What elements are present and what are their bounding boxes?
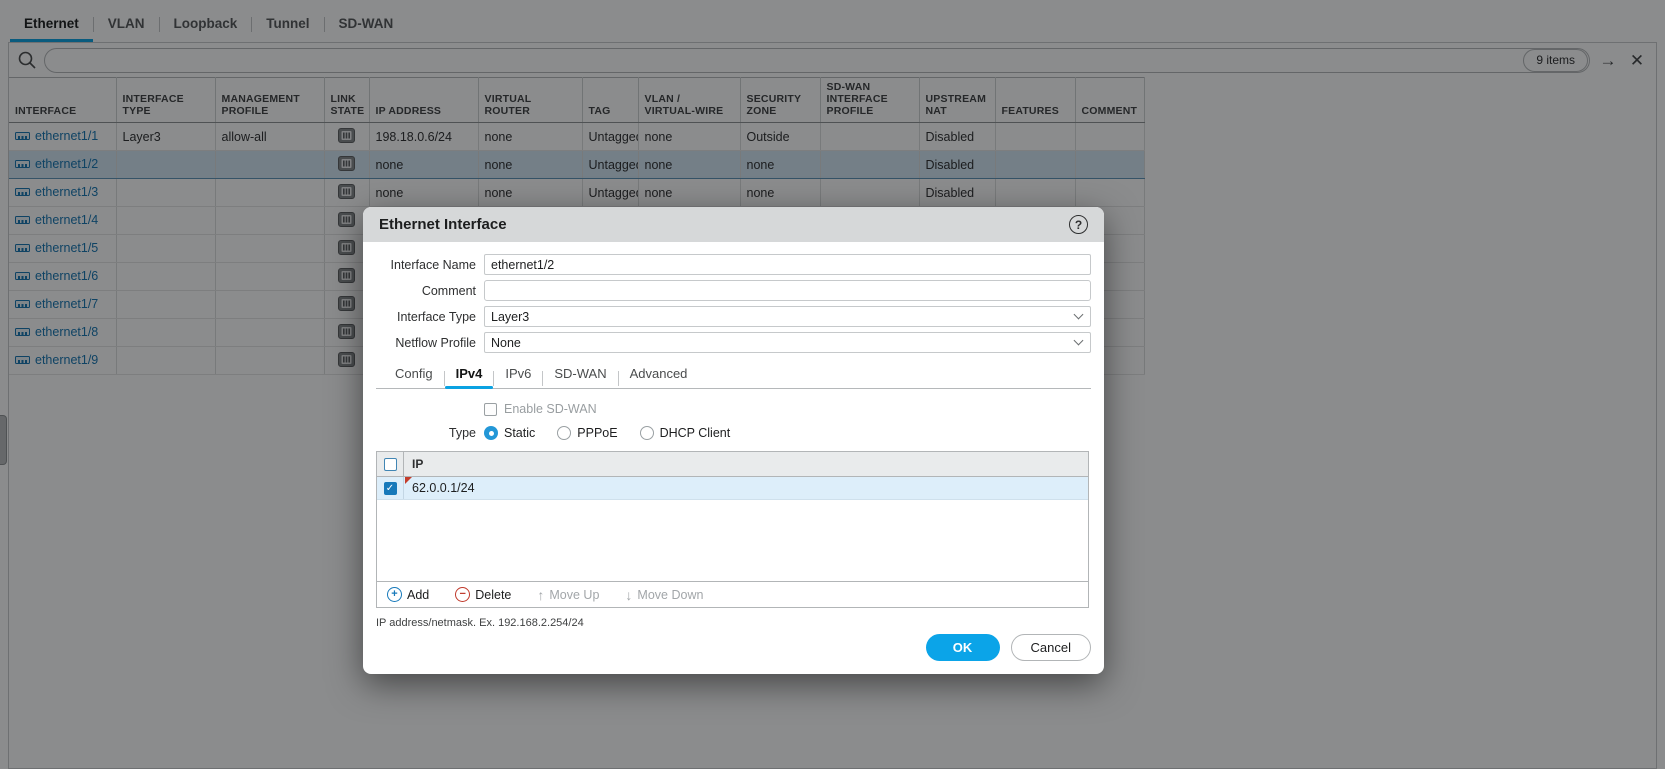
arrow-down-icon: ↓ — [625, 586, 633, 603]
dialog-footer: OK Cancel — [925, 634, 1091, 661]
ip-value: 62.0.0.1/24 — [412, 481, 475, 495]
dialog-tabbar: Config IPv4 IPv6 SD-WAN Advanced — [384, 362, 1091, 389]
ethernet-interface-dialog: Ethernet Interface ? Interface Name Comm… — [363, 207, 1104, 674]
move-up-button[interactable]: ↑ Move Up — [537, 587, 599, 603]
arrow-up-icon: ↑ — [537, 586, 545, 603]
interface-name-label: Interface Name — [390, 257, 476, 272]
chevron-down-icon — [1073, 335, 1084, 346]
interface-type-select[interactable]: Layer3 — [484, 306, 1091, 327]
dialog-tab-ipv6[interactable]: IPv6 — [494, 362, 542, 388]
enable-sdwan-checkbox[interactable] — [484, 402, 497, 416]
netflow-profile-label: Netflow Profile — [395, 335, 476, 350]
radio-pppoe[interactable]: PPPoE — [557, 426, 618, 440]
comment-field[interactable] — [484, 280, 1091, 301]
interface-name-field[interactable] — [484, 254, 1091, 275]
radio-circle-icon — [484, 426, 498, 440]
error-marker-icon — [405, 477, 412, 484]
row-checkbox[interactable]: ✓ — [383, 481, 397, 495]
radio-static[interactable]: Static — [484, 426, 535, 440]
dialog-body: Interface Name Comment Interface Type La… — [363, 242, 1104, 674]
dialog-tab-config[interactable]: Config — [384, 362, 444, 388]
enable-sdwan-label: Enable SD-WAN — [504, 402, 597, 416]
help-icon[interactable]: ? — [1069, 215, 1088, 234]
add-button[interactable]: + Add — [387, 587, 429, 602]
ip-table-empty-area — [377, 500, 1088, 581]
plus-circle-icon: + — [387, 587, 402, 602]
minus-circle-icon: − — [455, 587, 471, 602]
cancel-button[interactable]: Cancel — [1010, 634, 1091, 661]
radio-circle-icon — [639, 426, 654, 440]
ip-address-table: IP ✓ 62.0.0.1/24 + Add − Delete ↑ Move Up ↓ Move… — [376, 451, 1089, 608]
netflow-profile-select[interactable]: None — [484, 332, 1091, 353]
dialog-tab-ipv4[interactable]: IPv4 — [444, 362, 494, 389]
ip-format-hint: IP address/netmask. Ex. 192.168.2.254/24 — [376, 617, 584, 629]
ok-button[interactable]: OK — [925, 634, 1000, 661]
dialog-title: Ethernet Interface — [379, 216, 507, 233]
dialog-tab-advanced[interactable]: Advanced — [619, 362, 699, 388]
select-all-checkbox[interactable] — [383, 457, 397, 471]
comment-label: Comment — [421, 283, 476, 298]
ip-row[interactable]: ✓ 62.0.0.1/24 — [377, 477, 1088, 500]
type-label: Type — [448, 426, 476, 440]
type-radio-group: Static PPPoE DHCP Client — [484, 426, 752, 440]
radio-circle-icon — [557, 426, 572, 440]
enable-sdwan-row: Enable SD-WAN — [484, 402, 1091, 416]
delete-button[interactable]: − Delete — [455, 587, 511, 602]
interface-type-label: Interface Type — [397, 309, 476, 324]
dialog-tab-sd-wan[interactable]: SD-WAN — [543, 362, 617, 388]
ip-table-toolbar: + Add − Delete ↑ Move Up ↓ Move Down — [377, 581, 1088, 607]
ip-column-header: IP — [412, 457, 424, 471]
dialog-titlebar: Ethernet Interface ? — [363, 207, 1104, 242]
radio-dhcp-client[interactable]: DHCP Client — [639, 426, 730, 440]
ip-table-header: IP — [377, 452, 1088, 477]
move-down-button[interactable]: ↓ Move Down — [625, 587, 703, 603]
chevron-down-icon — [1073, 309, 1084, 320]
